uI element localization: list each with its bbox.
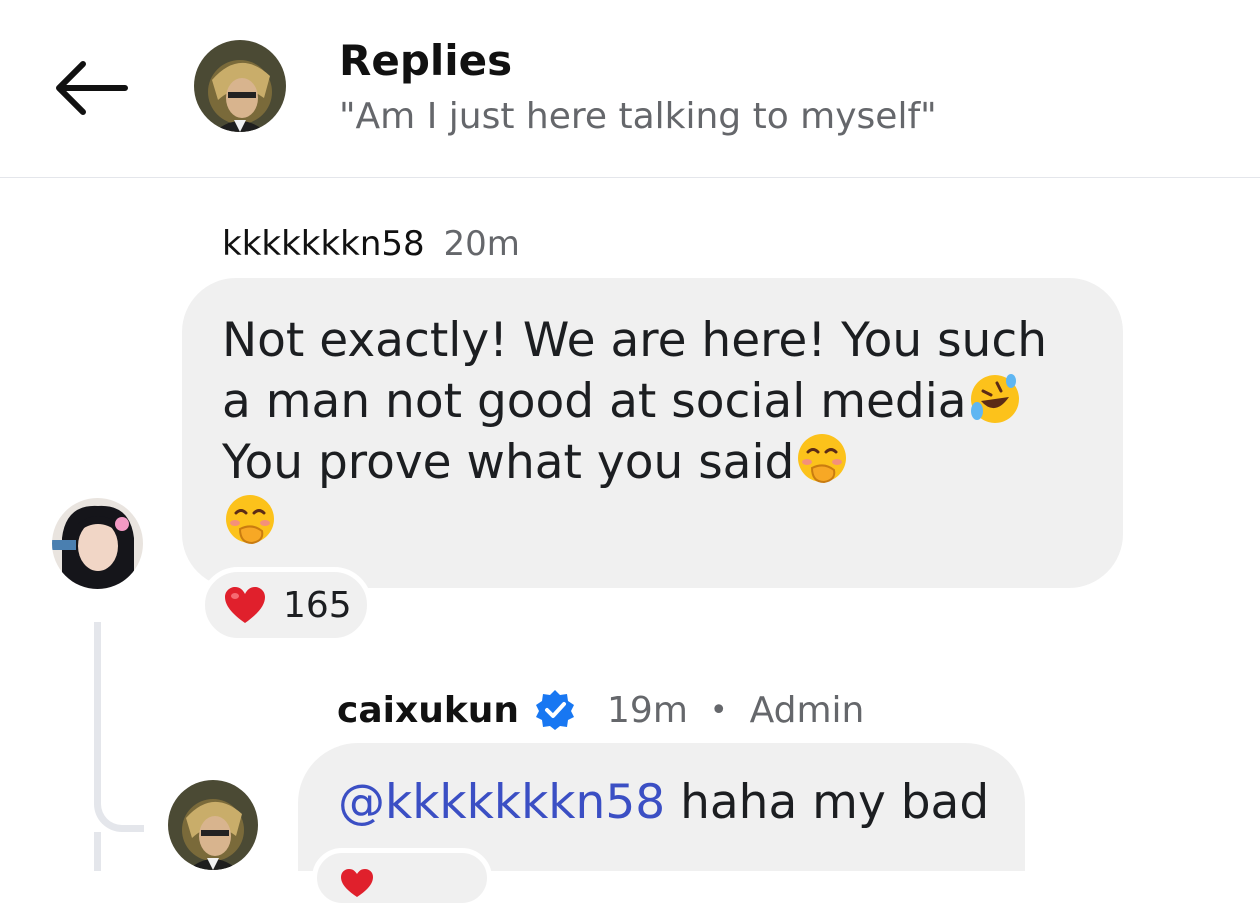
- reaction-count: 165: [283, 584, 352, 626]
- comment-time: 20m: [443, 224, 520, 264]
- page-title: Replies: [339, 36, 513, 85]
- thread-connector: [94, 622, 144, 832]
- comment-bubble[interactable]: Not exactly! We are here! You such a man…: [182, 278, 1123, 588]
- thread-connector-continued: [94, 832, 101, 871]
- verified-badge-icon: [536, 690, 575, 730]
- reply-time: 19m: [607, 689, 688, 731]
- comment-meta: kkkkkkkn58 20m: [222, 224, 520, 264]
- reply-text: haha my bad: [665, 775, 990, 830]
- comment-username[interactable]: kkkkkkkn58: [222, 224, 425, 264]
- face-with-hand-over-mouth-emoji: [798, 434, 847, 484]
- heart-icon: [341, 869, 373, 897]
- reply-username[interactable]: caixukun: [337, 690, 519, 731]
- post-author-avatar[interactable]: [194, 40, 286, 132]
- meta-separator: •: [709, 692, 728, 728]
- comment-text-part2: You prove what you said: [222, 435, 795, 490]
- heart-icon: [225, 587, 265, 623]
- reaction-pill[interactable]: 165: [200, 567, 372, 643]
- admin-label: Admin: [749, 689, 865, 731]
- rolling-on-floor-laughing-emoji: [970, 374, 1019, 423]
- post-caption: "Am I just here talking to myself": [339, 96, 937, 137]
- reply-author-avatar[interactable]: [168, 780, 258, 870]
- comment-text-part1: Not exactly! We are here! You such a man…: [222, 313, 1047, 429]
- back-button[interactable]: [52, 56, 130, 120]
- back-arrow-icon: [56, 61, 128, 115]
- mention-link[interactable]: @kkkkkkkn58: [338, 775, 665, 830]
- reply-meta: caixukun 19m • Admin: [337, 688, 864, 732]
- face-with-hand-over-mouth-emoji: [226, 495, 274, 545]
- replies-header: Replies "Am I just here talking to mysel…: [0, 0, 1260, 178]
- commenter-avatar[interactable]: [52, 498, 143, 589]
- reply-reaction-pill[interactable]: [312, 848, 492, 908]
